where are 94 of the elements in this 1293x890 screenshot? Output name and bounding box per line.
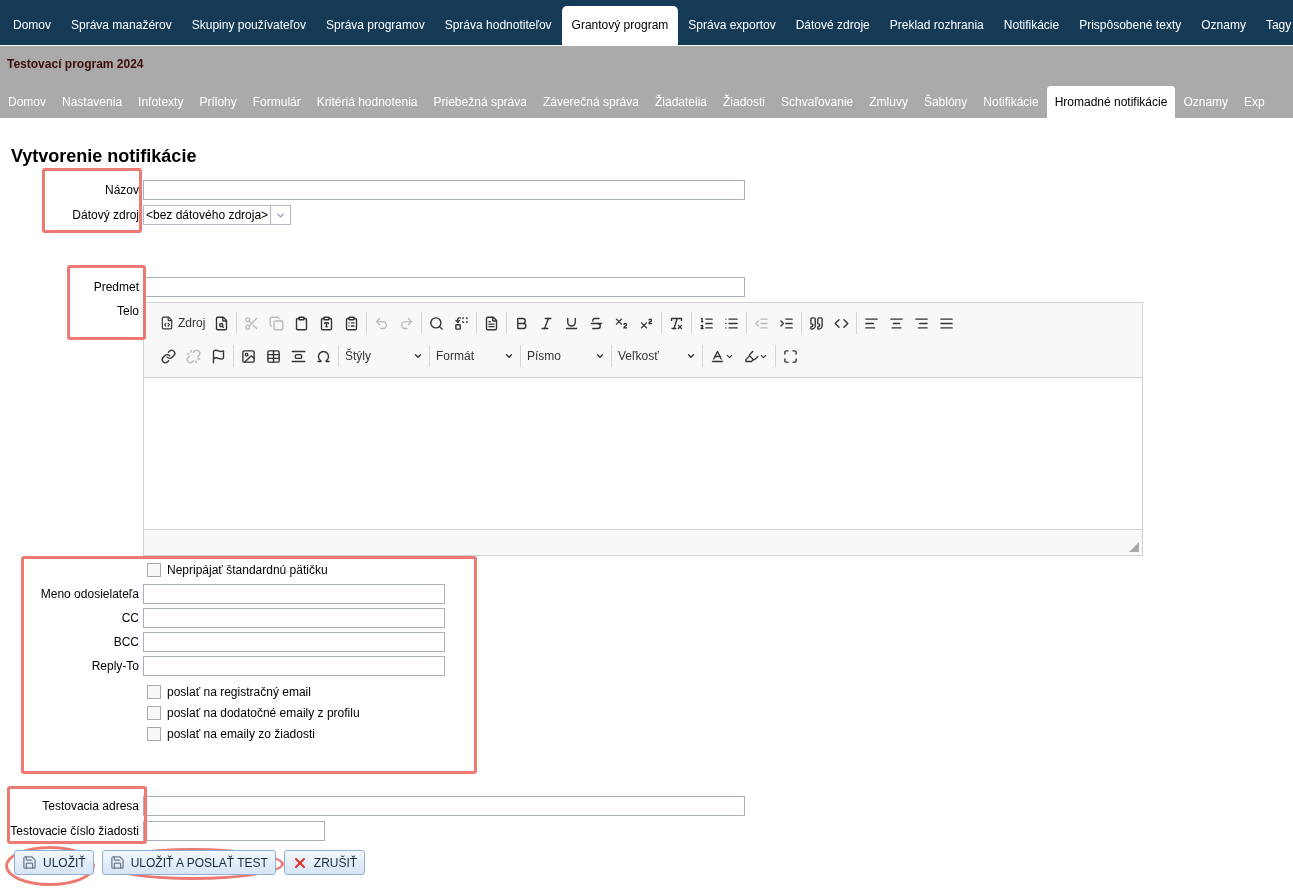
superscript-icon	[639, 315, 655, 331]
link-icon	[161, 348, 176, 364]
toolbar-dropdown[interactable]: Písmo	[523, 345, 609, 367]
page-heading: Vytvorenie notifikácie	[11, 145, 198, 167]
text-field[interactable]	[143, 584, 445, 604]
caret-icon	[413, 351, 423, 361]
clipboard-icon	[294, 315, 310, 331]
field-label: Dátový zdroj	[71, 207, 140, 224]
checkbox[interactable]	[147, 684, 161, 699]
nav-tab[interactable]: Grantový program	[561, 6, 679, 45]
scissors-icon	[244, 315, 260, 331]
sub-nav-tab[interactable]: Hromadné notifikácie	[1046, 86, 1176, 118]
text-field[interactable]	[143, 180, 745, 200]
unlink-icon	[186, 348, 201, 364]
field-label: CC	[120, 610, 140, 627]
nav-tab[interactable]: Preklad rozhrania	[879, 6, 994, 45]
toolbar-dropdown[interactable]: Štýly	[341, 345, 427, 367]
flag-icon	[211, 348, 226, 364]
caret-icon	[504, 351, 514, 361]
text-field[interactable]	[143, 277, 745, 297]
checkbox-label: poslať na registračný email	[167, 683, 311, 701]
replace-icon	[454, 315, 470, 331]
nav-tab[interactable]: Správa exportov	[678, 6, 786, 45]
nav-tab[interactable]: Správa manažérov	[61, 6, 182, 45]
nav-tab[interactable]: Notifikácie	[993, 6, 1070, 45]
text-field[interactable]	[143, 821, 325, 841]
highlighter-icon	[744, 348, 759, 364]
copy-icon	[269, 315, 285, 331]
align-left-icon	[864, 315, 880, 331]
field-label: Názov	[104, 182, 140, 199]
nav-tab[interactable]: Prispôsobené texty	[1069, 6, 1192, 45]
text-field[interactable]	[143, 796, 745, 816]
underline-icon	[564, 315, 580, 331]
horizontal-line-icon	[291, 348, 306, 364]
toolbar-dropdown[interactable]: Veľkosť	[614, 345, 700, 367]
text-field[interactable]	[143, 632, 445, 652]
code-file-icon	[160, 316, 174, 330]
subscript-icon	[614, 315, 630, 331]
nav-tab[interactable]: Správa hodnotiteľov	[434, 6, 562, 45]
italic-icon	[539, 315, 555, 331]
resize-handle-icon[interactable]	[1129, 542, 1139, 552]
field-label: BCC	[112, 634, 140, 651]
numbered-list-icon	[699, 315, 715, 331]
checkbox[interactable]	[147, 562, 161, 577]
clipboard-text-icon	[319, 315, 335, 331]
checkbox[interactable]	[147, 726, 161, 741]
checkbox-label: poslať na emaily zo žiadosti	[167, 725, 315, 743]
text-field[interactable]	[143, 656, 445, 676]
indent-icon	[779, 315, 795, 331]
nav-tab[interactable]: Oznamy	[1191, 6, 1256, 45]
checkbox[interactable]	[147, 705, 161, 720]
nav-tab[interactable]: Tagy	[1255, 6, 1293, 45]
nav-tab[interactable]: Dátové zdroje	[785, 6, 880, 45]
cancel-button[interactable]: ZRUŠIŤ	[283, 850, 366, 875]
nav-tab[interactable]: Skupiny používateľov	[181, 6, 316, 45]
clear-format-icon	[669, 315, 685, 331]
maximize-icon	[783, 348, 798, 364]
toolbar-dropdown[interactable]: Formát	[432, 345, 518, 367]
redo-icon	[399, 315, 415, 331]
field-label: Predmet	[92, 279, 140, 296]
undo-icon	[374, 315, 390, 331]
outdent-icon	[754, 315, 770, 331]
align-center-icon	[889, 315, 905, 331]
caret-icon	[686, 351, 696, 361]
quote-icon	[809, 315, 825, 331]
field-label: Testovacie číslo žiadosti	[9, 823, 140, 840]
select-field[interactable]: <bez dátového zdroja>	[143, 205, 292, 225]
caret-icon	[595, 351, 605, 361]
text-field[interactable]	[143, 608, 445, 628]
text-color-icon	[710, 348, 725, 364]
field-label: Testovacia adresa	[41, 798, 140, 815]
clipboard-list-icon	[344, 315, 360, 331]
search-icon	[429, 315, 445, 331]
preview-icon	[214, 315, 230, 331]
table-icon	[266, 348, 281, 364]
field-label: Telo	[116, 303, 140, 320]
program-title: Testovací program 2024	[6, 56, 145, 73]
nav-tab[interactable]: Správa programov	[315, 6, 435, 45]
field-label: Meno odosielateľa	[39, 586, 140, 603]
justify-icon	[939, 315, 955, 331]
source-button[interactable]: Zdroj	[156, 312, 210, 334]
document-icon	[484, 315, 500, 331]
nav-tab[interactable]: Domov	[3, 6, 61, 45]
omega-icon	[316, 348, 331, 364]
save-button[interactable]: ULOŽIŤ A POSLAŤ TEST	[101, 850, 276, 875]
bullet-list-icon	[724, 315, 740, 331]
save-button[interactable]: ULOŽIŤ	[14, 850, 94, 875]
checkbox-label: Nepripájať štandardnú pätičku	[167, 561, 328, 579]
align-right-icon	[914, 315, 930, 331]
field-label: Reply-To	[90, 658, 140, 675]
checkbox-label: poslať na dodatočné emaily z profilu	[167, 704, 360, 722]
select-value: <bez dátového zdroja>	[145, 207, 270, 224]
image-icon	[241, 348, 256, 364]
strikethrough-icon	[589, 315, 605, 331]
